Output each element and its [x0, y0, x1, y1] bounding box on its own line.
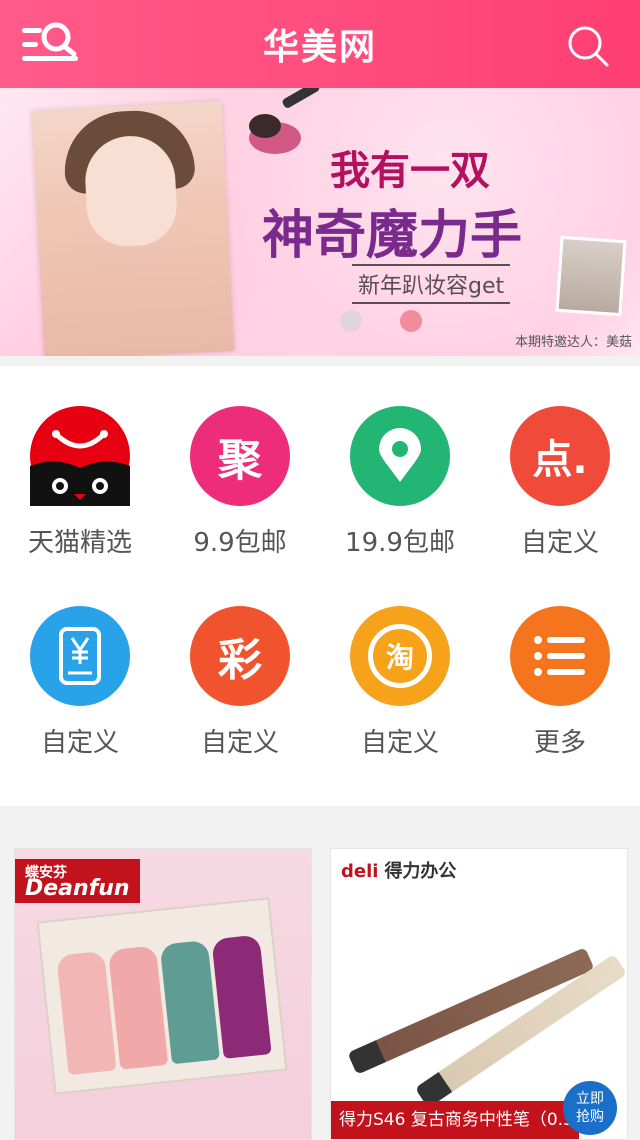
app-title: 华美网: [262, 27, 377, 68]
category-item-cai[interactable]: 彩 自定义: [160, 566, 320, 766]
category-item-tmall[interactable]: 天猫精选: [0, 366, 160, 566]
buy-now-button[interactable]: 立即 抢购: [563, 1081, 617, 1135]
category-label: 自定义: [200, 728, 279, 758]
banner-credit: 本期特邀达人：美菇: [514, 335, 632, 350]
brand-logo: 蝶安芬 Deanfun: [15, 859, 140, 903]
category-item-location[interactable]: 19.9包邮: [320, 366, 480, 566]
location-pin-icon: [350, 406, 450, 506]
banner-headline-1: 我有一双: [330, 147, 490, 194]
carousel-dot[interactable]: [400, 310, 422, 332]
category-label: 更多: [533, 728, 586, 758]
product-card[interactable]: deli 得力办公 得力S46 复古商务中性笔（0.38） 立即 抢购: [330, 848, 628, 1140]
cai-icon: 彩: [190, 606, 290, 706]
search-icon[interactable]: [566, 24, 610, 68]
category-item-tao[interactable]: 淘 自定义: [320, 566, 480, 766]
guest-photo: [555, 235, 627, 317]
promo-banner[interactable]: 我有一双 神奇魔力手 新年趴妆容get 本期特邀达人：美菇: [0, 88, 640, 356]
banner-headline-2: 神奇魔力手: [262, 205, 523, 266]
product-list: 蝶安芬 Deanfun deli 得力办公 得力S46 复古商务中性笔（0.38）…: [0, 832, 640, 1140]
category-label: 9.9包邮: [193, 528, 287, 558]
top-bar: 华美网: [0, 0, 640, 88]
category-label: 天猫精选: [27, 528, 132, 558]
category-item-more[interactable]: 更多: [480, 566, 640, 766]
category-label: 自定义: [520, 528, 599, 558]
category-item-dian[interactable]: 点. 自定义: [480, 366, 640, 566]
carousel-dots: [340, 310, 460, 336]
dian-icon: 点.: [510, 406, 610, 506]
category-item-phone[interactable]: 自定义: [0, 566, 160, 766]
ju-icon: 聚: [190, 406, 290, 506]
product-image: [36, 897, 288, 1095]
product-tagline: 得力S46 复古商务中性笔（0.38）: [331, 1101, 602, 1139]
category-label: 19.9包邮: [345, 528, 455, 558]
brand-logo: deli 得力办公: [341, 861, 457, 882]
banner-subtitle: 新年趴妆容get: [352, 264, 511, 304]
tmall-icon: [30, 406, 130, 506]
model-photo: [31, 101, 235, 356]
phone-yuan-icon: [30, 606, 130, 706]
tao-icon: 淘: [350, 606, 450, 706]
list-icon: [510, 606, 610, 706]
makeup-brush-icon: [249, 88, 320, 154]
category-label: 自定义: [360, 728, 439, 758]
carousel-dot[interactable]: [340, 310, 362, 332]
category-label: 自定义: [40, 728, 119, 758]
product-card[interactable]: 蝶安芬 Deanfun: [14, 848, 312, 1140]
category-item-ju[interactable]: 聚 9.9包邮: [160, 366, 320, 566]
category-grid: 天猫精选 聚 9.9包邮 19.9包邮 点. 自定义 自定义 彩 自定义 淘 自…: [0, 366, 640, 806]
